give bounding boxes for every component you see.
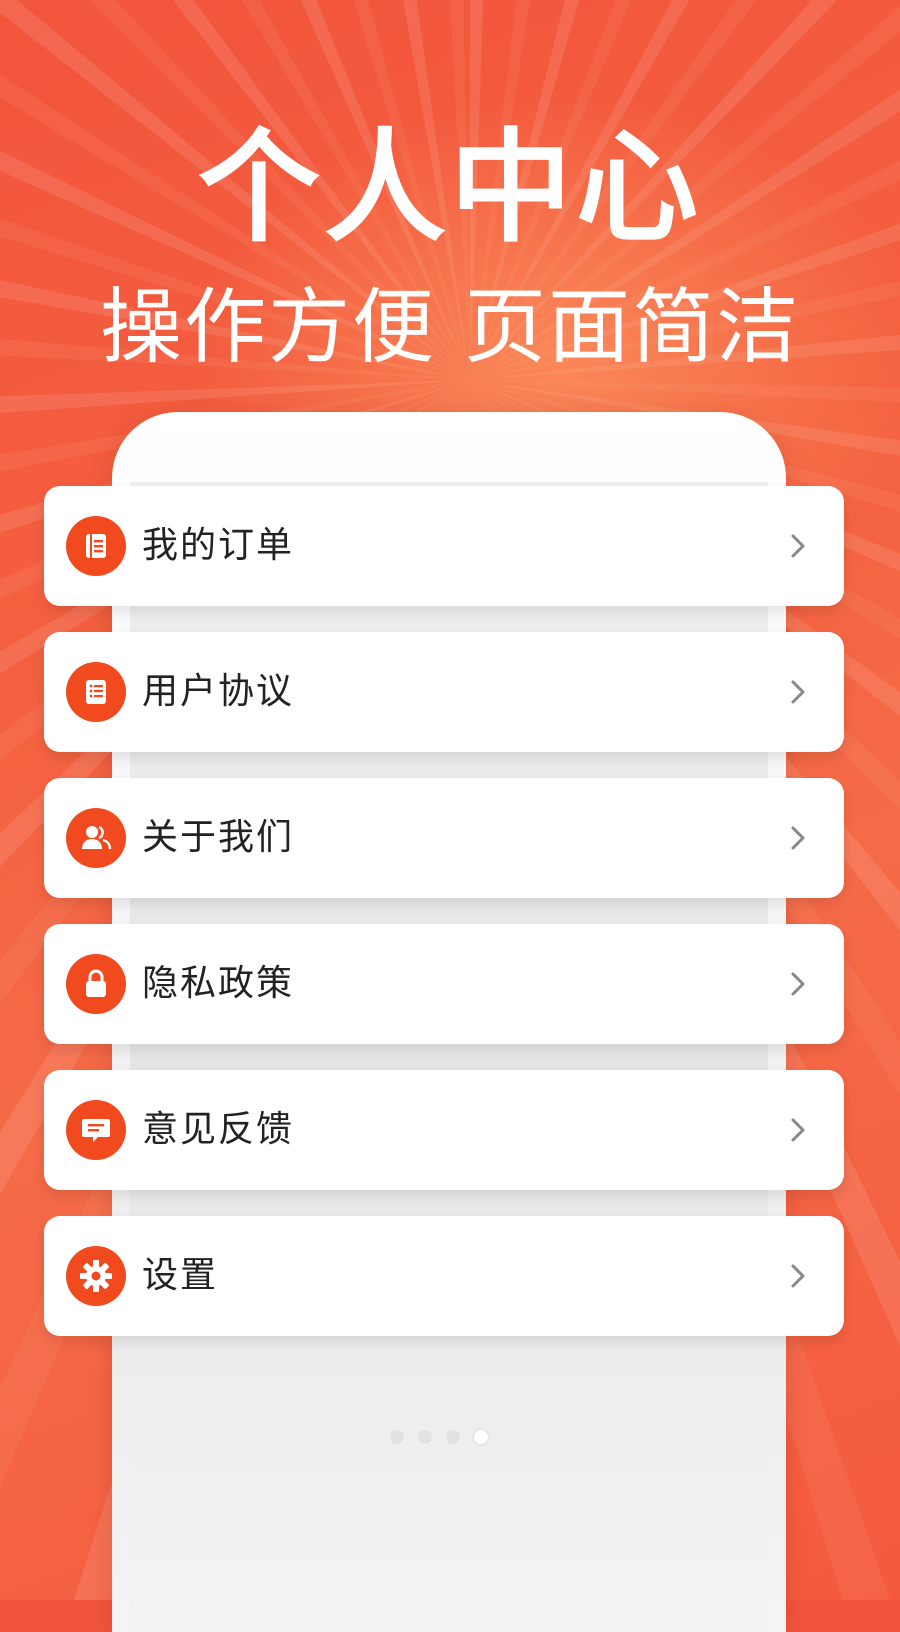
carousel-dot <box>446 1430 460 1444</box>
page-subtitle: 操作方便 页面简洁 <box>99 280 801 375</box>
carousel-indicator <box>390 1430 488 1444</box>
chevron-right-icon <box>791 972 805 996</box>
order-list-icon <box>66 516 126 576</box>
menu-item-feedback[interactable]: 意见反馈 <box>44 1070 844 1190</box>
chevron-right-icon <box>791 1118 805 1142</box>
chevron-right-icon <box>791 1264 805 1288</box>
menu-item-settings[interactable]: 设置 <box>44 1216 844 1336</box>
document-icon <box>66 662 126 722</box>
chevron-right-icon <box>791 680 805 704</box>
carousel-dot <box>418 1430 432 1444</box>
menu-item-label: 隐私政策 <box>142 963 295 1004</box>
carousel-dot-active <box>474 1430 488 1444</box>
chevron-right-icon <box>791 826 805 850</box>
users-icon <box>66 808 126 868</box>
menu-item-user-agreement[interactable]: 用户协议 <box>44 632 844 752</box>
message-icon <box>66 1100 126 1160</box>
menu-item-label: 设置 <box>142 1255 219 1296</box>
menu-item-my-orders[interactable]: 我的订单 <box>44 486 844 606</box>
gear-icon <box>66 1246 126 1306</box>
menu-item-about-us[interactable]: 关于我们 <box>44 778 844 898</box>
menu-item-label: 用户协议 <box>142 671 295 712</box>
carousel-dot <box>390 1430 404 1444</box>
menu-item-label: 意见反馈 <box>142 1109 295 1150</box>
chevron-right-icon <box>791 534 805 558</box>
menu-item-label: 关于我们 <box>142 817 295 858</box>
menu-item-label: 我的订单 <box>142 525 295 566</box>
lock-icon <box>66 954 126 1014</box>
page-title: 个人中心 <box>198 117 702 259</box>
menu-item-privacy-policy[interactable]: 隐私政策 <box>44 924 844 1044</box>
